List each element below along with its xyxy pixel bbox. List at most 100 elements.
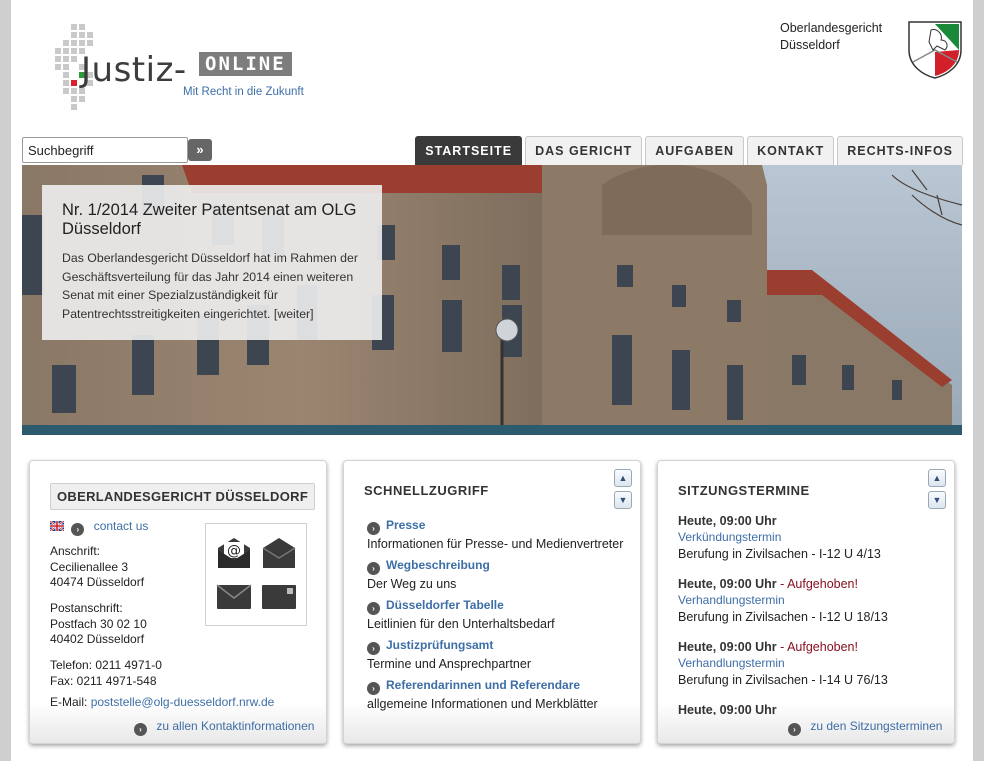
letter-stamp-icon[interactable]	[261, 584, 297, 610]
list-item: › Presse Informationen für Presse- und Me…	[367, 515, 637, 553]
quick-link-duesseldorfer-tabelle[interactable]: › Düsseldorfer Tabelle	[367, 595, 637, 615]
tab-kontakt[interactable]: KONTAKT	[747, 136, 835, 165]
search-submit-button[interactable]: »	[188, 139, 212, 161]
tab-aufgaben[interactable]: AUFGABEN	[645, 136, 745, 165]
session-time-text: Heute, 09:00 Uhr	[678, 577, 777, 591]
news-teaser: Nr. 1/2014 Zweiter Patentsenat am OLG Dü…	[42, 185, 382, 340]
uk-flag-icon	[50, 521, 64, 531]
hero-bottom-bar	[22, 425, 962, 435]
contact-us-line: › contact us	[50, 519, 148, 536]
address-street: Cecilienallee 3	[50, 559, 129, 574]
list-item: › Düsseldorfer Tabelle Leitlinien für den…	[367, 595, 637, 633]
logo-claim: Mit Recht in die Zukunft	[183, 86, 304, 98]
quick-link-label[interactable]: Presse	[386, 518, 425, 532]
chevron-right-icon: ›	[367, 522, 380, 535]
postal-block: Postanschrift: Postfach 30 02 10 40402 D…	[50, 601, 147, 648]
session-cancelled: - Aufgehoben!	[776, 640, 858, 654]
court-name-line2: Düsseldorf	[780, 38, 840, 52]
scroll-down-button[interactable]: ▼	[928, 491, 946, 509]
postal-label: Postanschrift:	[50, 601, 123, 615]
quick-link-desc: Informationen für Presse- und Medienvert…	[367, 537, 624, 551]
email-line: E-Mail: poststelle@olg-duesseldorf.nrw.d…	[50, 695, 274, 711]
court-name-line1: Oberlandesgericht	[780, 21, 883, 35]
scroll-down-button[interactable]: ▼	[614, 491, 632, 509]
chevron-right-icon: ›	[788, 723, 801, 736]
session-type-link[interactable]: Verhandlungstermin	[678, 655, 938, 671]
email-label: E-Mail:	[50, 695, 88, 709]
tab-startseite[interactable]: STARTSEITE	[415, 136, 523, 165]
session-time: Heute, 09:00 Uhr	[678, 702, 938, 715]
quick-access-list: › Presse Informationen für Presse- und Me…	[367, 515, 637, 715]
svg-text:@: @	[227, 543, 241, 559]
email-link[interactable]: poststelle@olg-duesseldorf.nrw.de	[91, 695, 275, 709]
address-block: Anschrift: Cecilienallee 3 40474 Düsseld…	[50, 544, 144, 591]
quick-link-wegbeschreibung[interactable]: › Wegbeschreibung	[367, 555, 637, 575]
session-time-text: Heute, 09:00 Uhr	[678, 514, 777, 528]
nrw-coat-of-arms-icon	[908, 21, 962, 79]
all-sessions-label[interactable]: zu den Sitzungsterminen	[810, 719, 942, 733]
list-item: › Referendarinnen und Referendare allgeme…	[367, 675, 637, 713]
list-item: Heute, 09:00 Uhr Verkündungstermin Beruf…	[678, 513, 938, 563]
logo-title: Justiz-	[81, 50, 187, 90]
quick-link-label[interactable]: Referendarinnen und Referendare	[386, 678, 580, 692]
list-item: › Justizprüfungsamt Termine und Ansprechp…	[367, 635, 637, 673]
session-time-text: Heute, 09:00 Uhr	[678, 640, 777, 654]
contact-icon-panel: @	[205, 523, 307, 626]
session-time: Heute, 09:00 Uhr - Aufgehoben!	[678, 576, 938, 592]
news-teaser-more-link[interactable]: [weiter]	[274, 307, 314, 321]
all-sessions-link[interactable]: › zu den Sitzungsterminen	[788, 719, 942, 736]
court-name: Oberlandesgericht Düsseldorf	[780, 20, 882, 54]
scroll-up-button[interactable]: ▲	[928, 469, 946, 487]
phone-number: Telefon: 0211 4971-0	[50, 658, 162, 672]
address-city: 40474 Düsseldorf	[50, 575, 145, 589]
quick-link-presse[interactable]: › Presse	[367, 515, 637, 535]
all-contacts-link[interactable]: › zu allen Kontaktinformationen	[134, 719, 314, 736]
news-teaser-title[interactable]: Nr. 1/2014 Zweiter Patentsenat am OLG Dü…	[62, 201, 362, 239]
open-envelope-icon[interactable]	[261, 536, 297, 570]
session-desc: Berufung in Zivilsachen - I-14 U 76/13	[678, 673, 888, 687]
session-time: Heute, 09:00 Uhr - Aufgehoben!	[678, 639, 938, 655]
phone-block: Telefon: 0211 4971-0 Fax: 0211 4971-548	[50, 658, 162, 689]
scroll-up-button[interactable]: ▲	[614, 469, 632, 487]
quick-link-label[interactable]: Justizprüfungsamt	[386, 638, 493, 652]
quick-access-box: SCHNELLZUGRIFF ▲ ▼ › Presse Informationen…	[343, 460, 641, 744]
sessions-heading: SITZUNGSTERMINE	[678, 483, 810, 498]
tab-das-gericht[interactable]: DAS GERICHT	[525, 136, 643, 165]
main-nav: STARTSEITE DAS GERICHT AUFGABEN KONTAKT …	[415, 136, 963, 165]
postal-city: 40402 Düsseldorf	[50, 632, 145, 646]
chevron-right-icon: ›	[71, 523, 85, 536]
session-time-text: Heute, 09:00 Uhr	[678, 703, 777, 715]
session-cancelled: - Aufgehoben!	[776, 577, 858, 591]
email-at-icon[interactable]: @	[216, 536, 252, 570]
chevron-right-icon: ›	[367, 682, 380, 695]
session-desc: Berufung in Zivilsachen - I-12 U 4/13	[678, 547, 881, 561]
contact-us-link[interactable]: contact us	[94, 519, 149, 533]
session-desc: Berufung in Zivilsachen - I-12 U 18/13	[678, 610, 888, 624]
logo-online-badge: ONLINE	[199, 52, 292, 76]
search-input[interactable]	[22, 137, 188, 163]
quick-link-desc: Der Weg zu uns	[367, 577, 457, 591]
page: Justiz- ONLINE Mit Recht in die Zukunft …	[11, 0, 973, 761]
chevron-right-icon: ›	[367, 562, 380, 575]
contact-box: OBERLANDESGERICHT DÜSSELDORF › contact u…	[29, 460, 327, 744]
list-item: Heute, 09:00 Uhr - Aufgehoben! Verhandlu…	[678, 576, 938, 626]
quick-link-desc: Leitlinien für den Unterhaltsbedarf	[367, 617, 555, 631]
list-item: Heute, 09:00 Uhr	[678, 702, 938, 715]
closed-envelope-icon[interactable]	[216, 584, 252, 610]
quick-link-desc: Termine und Ansprechpartner	[367, 657, 531, 671]
quick-access-heading: SCHNELLZUGRIFF	[364, 483, 489, 498]
session-type-link[interactable]: Verhandlungstermin	[678, 592, 938, 608]
news-teaser-text: Das Oberlandesgericht Düsseldorf hat im …	[62, 249, 362, 323]
justiz-online-logo[interactable]: Justiz- ONLINE Mit Recht in die Zukunft	[51, 22, 311, 112]
sessions-list: Heute, 09:00 Uhr Verkündungstermin Beruf…	[678, 513, 938, 715]
all-contacts-label[interactable]: zu allen Kontaktinformationen	[156, 719, 314, 733]
quick-link-referendare[interactable]: › Referendarinnen und Referendare	[367, 675, 637, 695]
quick-link-label[interactable]: Düsseldorfer Tabelle	[386, 598, 504, 612]
sessions-box: SITZUNGSTERMINE ▲ ▼ Heute, 09:00 Uhr Ver…	[657, 460, 955, 744]
tab-rechts-infos[interactable]: RECHTS-INFOS	[837, 136, 963, 165]
quick-link-justizpruefungsamt[interactable]: › Justizprüfungsamt	[367, 635, 637, 655]
list-item: › Wegbeschreibung Der Weg zu uns	[367, 555, 637, 593]
fax-number: Fax: 0211 4971-548	[50, 673, 157, 688]
session-type-link[interactable]: Verkündungstermin	[678, 529, 938, 545]
quick-link-label[interactable]: Wegbeschreibung	[386, 558, 490, 572]
